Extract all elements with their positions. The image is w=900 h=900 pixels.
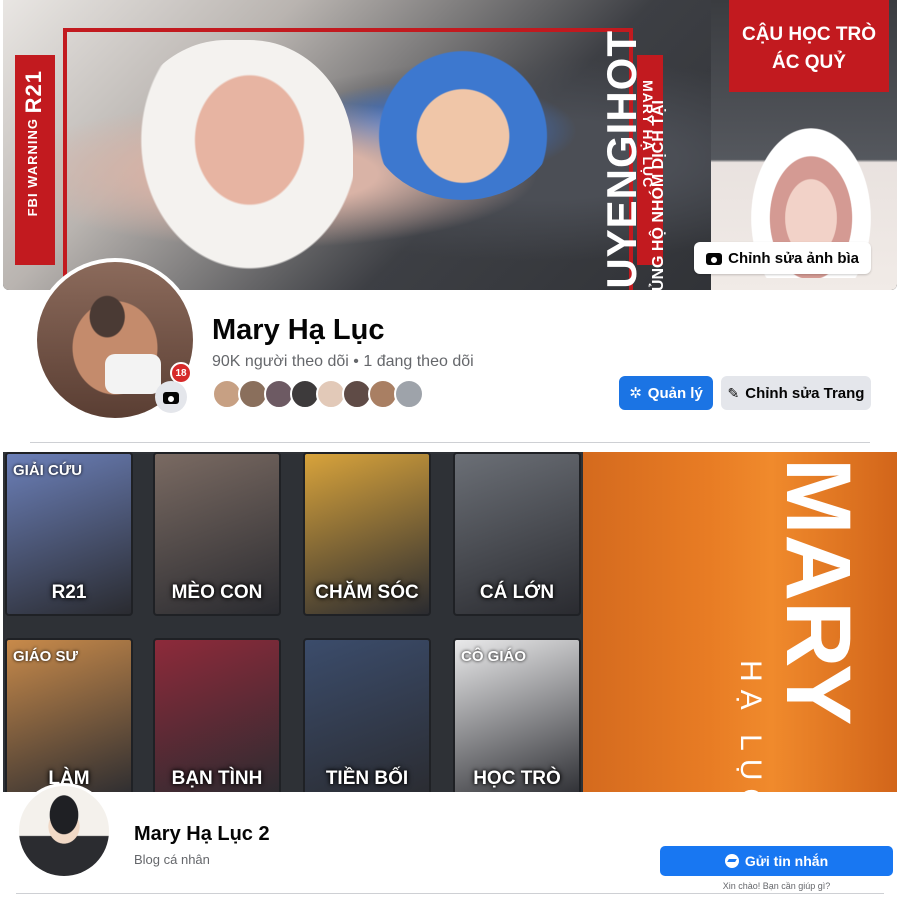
comic-tile: CHĂM SÓC bbox=[303, 452, 431, 616]
cover-title-box: CẬU HỌC TRÒ ÁC QUỶ bbox=[729, 0, 889, 92]
promo-brand: MARY bbox=[767, 458, 869, 726]
cover-title-line2: ÁC QUỶ bbox=[772, 52, 846, 73]
manage-button[interactable]: ✲ Quản lý bbox=[619, 376, 713, 410]
camera-icon bbox=[706, 250, 723, 266]
comic-tile-title: HỌC TRÒ bbox=[473, 768, 561, 789]
cover-title-line1: CẬU HỌC TRÒ bbox=[741, 24, 877, 45]
profile-avatar-2[interactable] bbox=[16, 783, 112, 879]
promo-headline: TRUYENGIHOT bbox=[598, 30, 645, 347]
pencil-icon: ✎ bbox=[727, 385, 740, 401]
comic-tile-title: CÁ LỚN bbox=[479, 582, 555, 603]
comic-tile-title: TIỀN BỐI bbox=[325, 768, 409, 789]
comic-tile-top-label: GIẢI CỨU bbox=[13, 462, 83, 479]
follower-avatar[interactable] bbox=[394, 379, 424, 409]
comic-tile: TIỀN BỐI bbox=[303, 638, 431, 792]
cover-photo: R21 FBI WARNING MARY HẠ LỤC CẬU HỌC TRÒ … bbox=[3, 0, 897, 290]
comic-tile-title: CHĂM SÓC bbox=[315, 582, 419, 603]
comic-tile: MÈO CON bbox=[153, 452, 281, 616]
greeting-text: Xin chào! Bạn cần giúp gì? bbox=[722, 881, 831, 891]
edit-cover-button[interactable]: Chỉnh sửa ảnh bìa bbox=[694, 242, 871, 274]
promo-sub-brand: HẠ LỤC bbox=[734, 660, 767, 819]
send-message-label: Gửi tin nhắn bbox=[744, 853, 829, 869]
comic-tile-top-label: GIÁO SƯ bbox=[13, 648, 78, 665]
divider bbox=[30, 442, 870, 443]
comic-tile-top-label: CÔ GIÁO bbox=[461, 648, 527, 665]
avatar-image bbox=[19, 786, 109, 876]
comic-tile: GIẢI CỨU R21 bbox=[5, 452, 133, 616]
edit-cover-label: Chỉnh sửa ảnh bìa bbox=[728, 249, 859, 267]
follower-avatars[interactable] bbox=[212, 379, 424, 409]
cover-warning-text: FBI WARNING bbox=[25, 118, 40, 217]
comic-tile: CÔ GIÁO HỌC TRÒ bbox=[453, 638, 581, 792]
comic-tile-title: MÈO CON bbox=[171, 582, 263, 603]
comic-tile: BẠN TÌNH bbox=[153, 638, 281, 792]
manage-icon: ✲ bbox=[629, 384, 642, 402]
page-title-2[interactable]: Mary Hạ Lục 2 bbox=[134, 823, 270, 846]
camera-icon bbox=[163, 389, 179, 405]
comic-tile: CÁ LỚN bbox=[453, 452, 581, 616]
update-avatar-button[interactable] bbox=[155, 381, 187, 413]
page-category: Blog cá nhân bbox=[134, 852, 210, 867]
cover-red-frame bbox=[63, 28, 633, 290]
comic-tile: GIÁO SƯ LÀM bbox=[5, 638, 133, 792]
edit-page-label: Chỉnh sửa Trang bbox=[745, 384, 865, 402]
cover-rating-text: R21 bbox=[21, 70, 46, 114]
send-message-button[interactable]: Gửi tin nhắn bbox=[660, 846, 893, 876]
follower-stats[interactable]: 90K người theo dõi • 1 đang theo dõi bbox=[212, 353, 474, 371]
avatar-sticker bbox=[105, 354, 161, 394]
messenger-icon bbox=[724, 854, 739, 868]
manage-label: Quản lý bbox=[647, 384, 703, 402]
promo-tagline: ỦNG HỘ NHÓM DỊCH TẠI bbox=[650, 100, 667, 292]
edit-page-button[interactable]: ✎ Chỉnh sửa Trang bbox=[721, 376, 871, 410]
comic-tile-title: R21 bbox=[51, 582, 87, 603]
divider bbox=[16, 893, 884, 894]
page-title: Mary Hạ Lục bbox=[212, 314, 385, 346]
comic-tile-title: BẠN TÌNH bbox=[171, 768, 263, 789]
